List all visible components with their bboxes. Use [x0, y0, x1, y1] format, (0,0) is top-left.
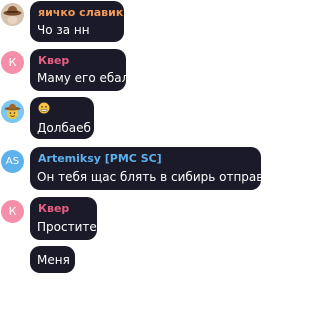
- message-text: Маму его ебал: [37, 71, 130, 85]
- message-bubble[interactable]: Меня: [30, 246, 75, 273]
- message-text: Простите: [37, 220, 97, 234]
- message-bubble[interactable]: Квер Маму его ебал: [30, 49, 130, 91]
- message-bubble[interactable]: Долбаеб: [30, 97, 94, 139]
- cowboy-hat-photo-icon[interactable]: [1, 3, 24, 26]
- message-text: Он тебя щас блять в сибирь отправит: [37, 170, 279, 184]
- grimace-emoji-icon: [38, 102, 50, 114]
- cowboy-hat-face-icon[interactable]: [1, 100, 24, 123]
- message-text: Чо за нн: [37, 23, 90, 37]
- sender-name[interactable]: яичко славик: [38, 6, 123, 19]
- sender-name[interactable]: Квер: [38, 54, 69, 67]
- sender-name[interactable]: Квер: [38, 202, 69, 215]
- message-text: Меня: [37, 253, 70, 267]
- message-text: Долбаеб: [37, 121, 91, 135]
- avatar[interactable]: К: [1, 200, 24, 223]
- message-bubble[interactable]: Artemiksy [PMC SC] Он тебя щас блять в с…: [30, 147, 278, 190]
- sender-name[interactable]: Artemiksy [PMC SC]: [38, 152, 162, 165]
- avatar[interactable]: К: [1, 51, 24, 74]
- message-bubble[interactable]: Квер Простите: [30, 197, 97, 240]
- avatar[interactable]: AS: [1, 150, 24, 173]
- message-bubble[interactable]: яичко славик Чо за нн: [30, 1, 124, 42]
